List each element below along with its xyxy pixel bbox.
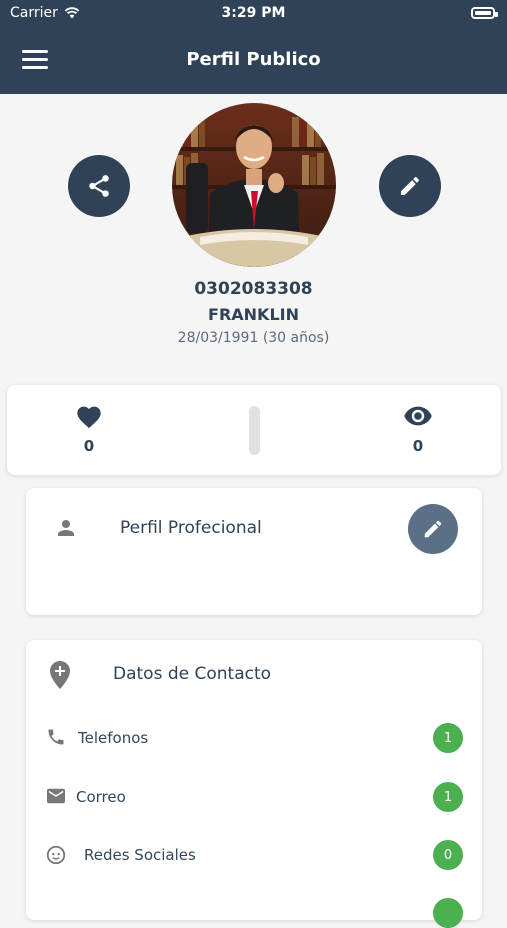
count-badge: 0 <box>433 840 463 870</box>
status-bar: Carrier 3:29 PM <box>0 0 507 28</box>
count-badge: 1 <box>433 723 463 753</box>
views-count: 0 <box>412 437 424 455</box>
contact-row-label: Telefonos <box>78 729 149 747</box>
professional-profile-label: Perfil Profecional <box>120 518 262 538</box>
pencil-icon <box>424 520 442 538</box>
profile-name: FRANKLIN <box>208 305 299 324</box>
profile-birthdate: 28/03/1991 (30 años) <box>177 330 330 346</box>
face-icon <box>46 845 66 865</box>
contact-row-email[interactable]: Correo 1 <box>26 777 482 817</box>
pencil-icon <box>401 176 420 195</box>
contact-row-label: Correo <box>76 788 126 806</box>
mail-icon <box>47 788 65 804</box>
contact-data-title: Datos de Contacto <box>113 664 272 684</box>
avatar <box>172 103 336 267</box>
page-title: Perfil Publico <box>186 49 321 70</box>
add-location-icon <box>50 661 70 689</box>
app-header: Carrier 3:29 PM Perfil Publico <box>0 0 507 94</box>
contact-row-label: Redes Sociales <box>84 846 196 864</box>
contact-row-phones[interactable]: Telefonos 1 <box>26 718 482 758</box>
eye-icon <box>404 406 432 426</box>
profile-id-number: 0302083308 <box>194 279 313 299</box>
likes-count: 0 <box>83 437 95 455</box>
battery-icon <box>471 7 498 19</box>
likes-stat[interactable]: 0 <box>59 403 119 455</box>
status-time: 3:29 PM <box>221 5 286 21</box>
views-stat[interactable]: 0 <box>388 403 448 455</box>
phone-icon <box>48 729 64 745</box>
edit-profile-button[interactable] <box>379 155 441 217</box>
professional-profile-card[interactable]: Perfil Profecional <box>26 488 482 615</box>
stats-divider <box>249 406 260 455</box>
contact-data-card: Datos de Contacto Telefonos 1 Correo 1 R… <box>26 640 482 928</box>
stats-card: 0 0 <box>7 385 501 475</box>
contact-row-social[interactable]: Redes Sociales 0 <box>26 835 482 875</box>
heart-icon <box>77 406 101 429</box>
share-button[interactable] <box>68 155 130 217</box>
count-badge-partial <box>433 898 463 928</box>
edit-professional-button[interactable] <box>408 504 458 554</box>
count-badge: 1 <box>433 782 463 812</box>
share-icon <box>89 175 109 197</box>
person-icon <box>58 520 74 536</box>
